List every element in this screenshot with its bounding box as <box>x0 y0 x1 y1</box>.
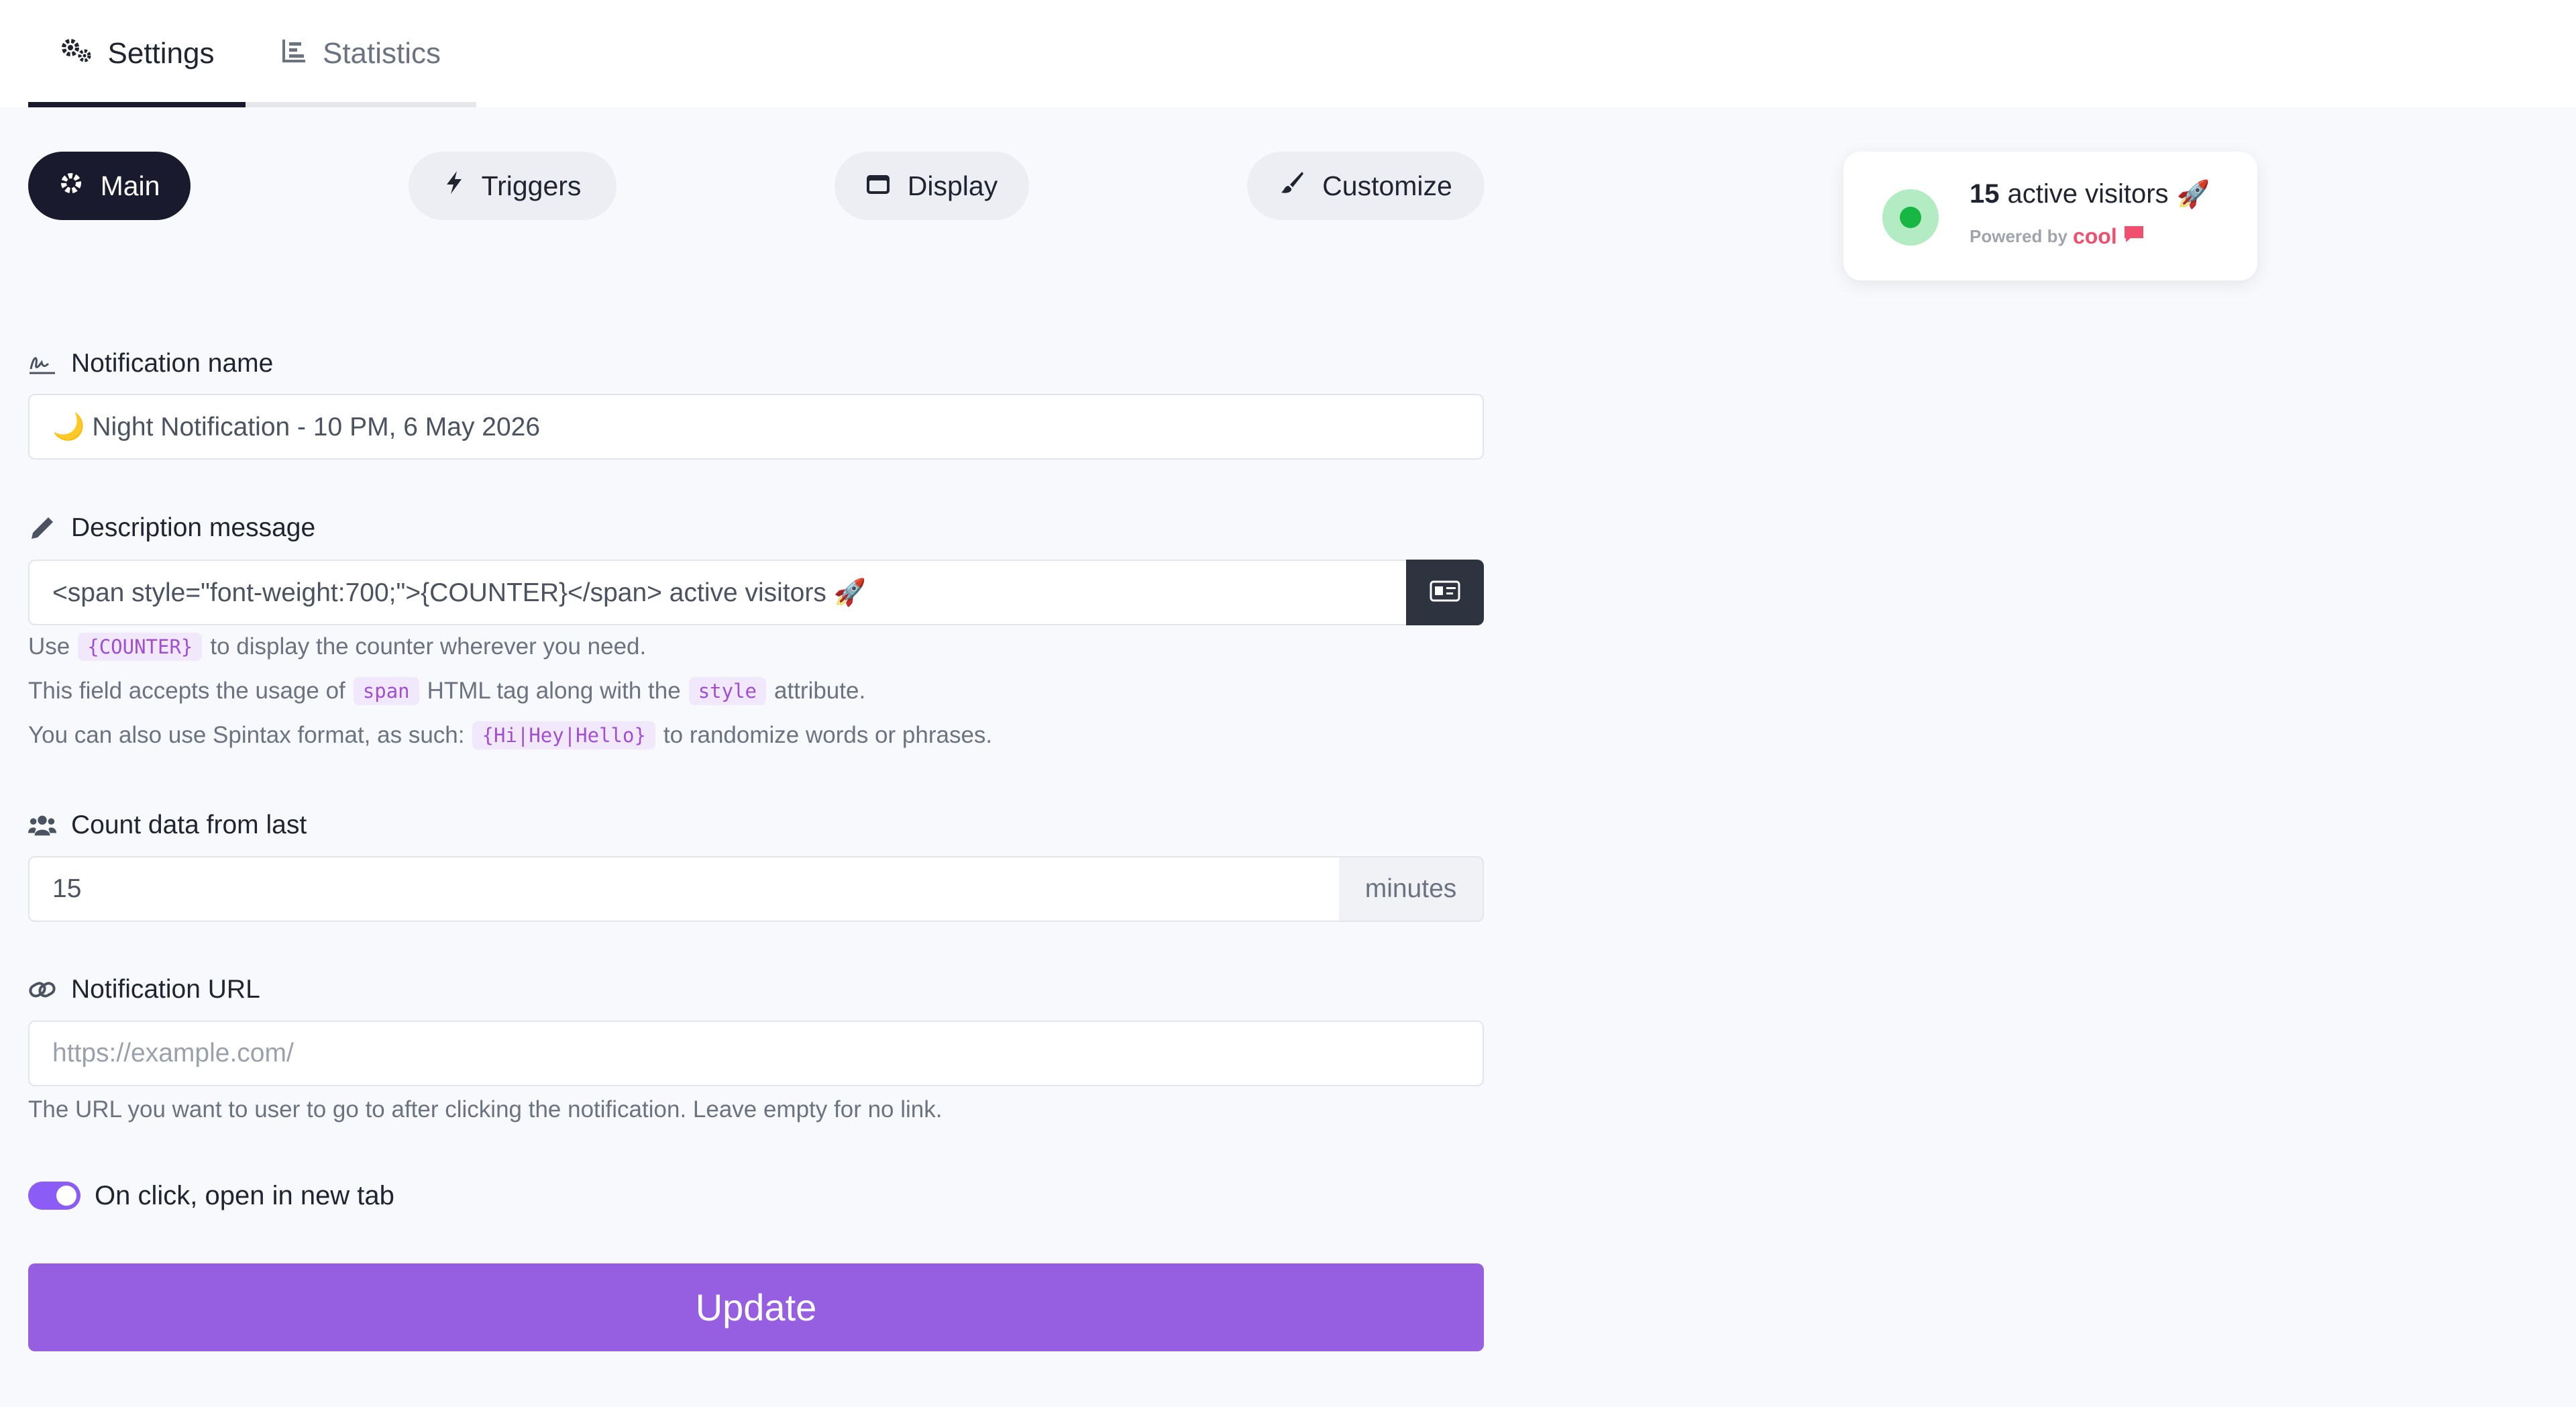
subnav-triggers-button[interactable]: Triggers <box>409 152 616 220</box>
preview-title: 15 active visitors 🚀 <box>1970 178 2210 210</box>
users-icon <box>28 811 56 839</box>
help-text: to randomize words or phrases. <box>663 722 993 748</box>
powered-by[interactable]: Powered by cool <box>1970 224 2145 249</box>
tab-settings[interactable]: Settings <box>28 0 246 107</box>
subnav-display-button[interactable]: Display <box>835 152 1029 220</box>
help-text: You can also use Spintax format, as such… <box>28 722 465 748</box>
subnav-triggers-label: Triggers <box>481 170 582 201</box>
description-message-label-text: Description message <box>71 513 316 542</box>
preview-text: active visitors <box>2007 179 2169 209</box>
notification-name-label-text: Notification name <box>71 349 274 378</box>
code-counter: {COUNTER} <box>78 633 203 661</box>
subnav-main-button[interactable]: Main <box>28 152 191 220</box>
description-message-input[interactable]: <span style="font-weight:700;">{COUNTER}… <box>28 560 1407 625</box>
subnav-customize-label: Customize <box>1322 170 1452 201</box>
count-data-label: Count data from last <box>28 806 307 844</box>
notification-url-help: The URL you want to user to go to after … <box>28 1096 943 1123</box>
window-icon <box>866 170 890 202</box>
pencil-icon <box>28 514 56 542</box>
signature-icon <box>28 350 56 378</box>
help-text: HTML tag along with the <box>427 678 681 704</box>
subnav-main-label: Main <box>100 170 160 201</box>
powered-by-text: Powered by <box>1970 226 2068 246</box>
link-icon <box>28 976 56 1004</box>
help-text: This field accepts the usage of <box>28 678 345 704</box>
notification-name-input[interactable]: 🌙 Night Notification - 10 PM, 6 May 2026 <box>28 394 1484 460</box>
code-spintax: {Hi|Hey|Hello} <box>472 721 655 749</box>
insert-variable-button[interactable] <box>1406 560 1484 625</box>
notification-name-value: 🌙 Night Notification - 10 PM, 6 May 2026 <box>52 413 541 441</box>
notification-url-label: Notification URL <box>28 971 260 1008</box>
description-help-line-2: This field accepts the usage of span HTM… <box>28 677 865 705</box>
bar-chart-icon <box>281 37 308 71</box>
notification-name-label: Notification name <box>28 345 273 382</box>
subnav-display-label: Display <box>907 170 998 201</box>
toggle-knob <box>56 1186 76 1206</box>
gears-icon <box>60 37 93 71</box>
chat-bubble-icon <box>2123 225 2145 248</box>
notification-url-label-text: Notification URL <box>71 975 260 1004</box>
id-card-icon <box>1430 580 1460 605</box>
update-button[interactable]: Update <box>28 1263 1484 1351</box>
tab-statistics[interactable]: Statistics <box>246 0 476 107</box>
live-dot <box>1900 207 1921 228</box>
code-span: span <box>353 677 419 705</box>
count-minutes-input[interactable]: 15 <box>28 856 1340 922</box>
tab-settings-label: Settings <box>107 37 215 70</box>
notification-preview[interactable]: 15 active visitors 🚀 Powered by cool <box>1843 152 2257 280</box>
subnav-customize-button[interactable]: Customize <box>1247 152 1485 220</box>
help-text: to display the counter wherever you need… <box>210 633 647 660</box>
help-text: Use <box>28 633 70 660</box>
preview-count: 15 <box>1970 179 2000 209</box>
open-new-tab-toggle[interactable] <box>28 1182 80 1210</box>
description-message-label: Description message <box>28 509 315 547</box>
open-new-tab-label: On click, open in new tab <box>95 1180 394 1210</box>
help-text: attribute. <box>774 678 866 704</box>
description-help-line-1: Use {COUNTER} to display the counter whe… <box>28 633 646 661</box>
tab-active-indicator <box>28 102 246 107</box>
brand-logo: cool <box>2072 224 2117 248</box>
paintbrush-icon <box>1279 170 1305 202</box>
notification-url-placeholder: https://example.com/ <box>52 1039 294 1067</box>
description-message-value: <span style="font-weight:700;">{COUNTER}… <box>52 578 867 607</box>
gear-icon <box>59 170 83 202</box>
code-style: style <box>688 677 766 705</box>
preview-emoji: 🚀 <box>2176 180 2210 209</box>
live-indicator <box>1882 189 1939 246</box>
minutes-suffix: minutes <box>1339 856 1484 922</box>
tab-inactive-indicator <box>246 102 476 107</box>
description-help-line-3: You can also use Spintax format, as such… <box>28 721 992 749</box>
tab-statistics-label: Statistics <box>322 37 441 70</box>
count-data-label-text: Count data from last <box>71 811 307 839</box>
top-tab-bar: Settings Statistics <box>0 0 2576 107</box>
count-minutes-value: 15 <box>52 874 82 903</box>
notification-url-input[interactable]: https://example.com/ <box>28 1021 1484 1086</box>
bolt-icon <box>444 170 464 202</box>
